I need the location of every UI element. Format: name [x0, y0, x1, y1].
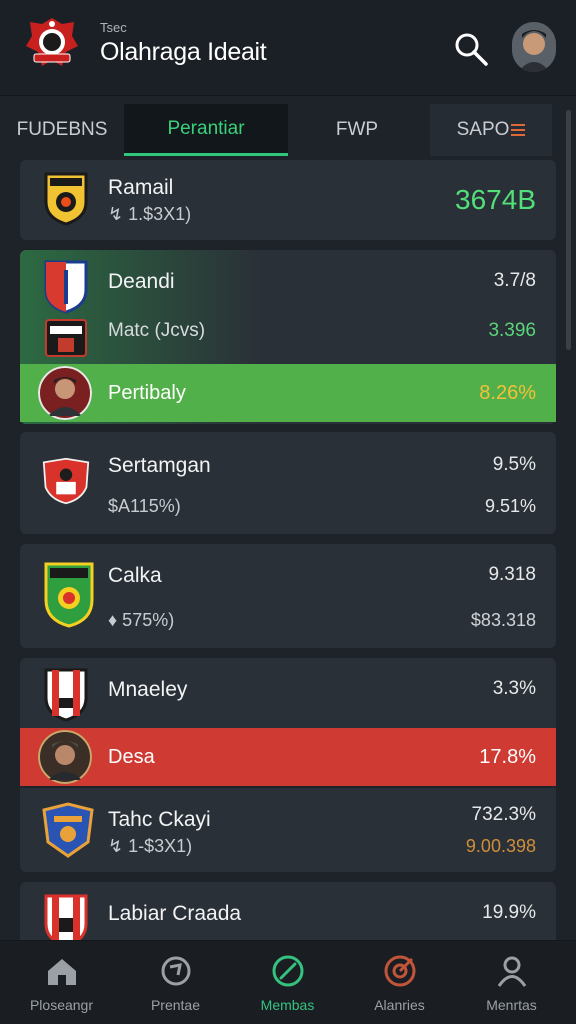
- team-sub: ↯ 1.$3X1): [108, 204, 192, 224]
- team-name: Desa: [108, 746, 155, 768]
- team-value: 732.3%: [471, 804, 536, 825]
- app-header: Tsec Olahraga Ideait: [0, 0, 576, 96]
- team-value: 8.26%: [479, 382, 536, 404]
- club-crest-icon: [42, 802, 94, 858]
- search-icon[interactable]: [452, 30, 490, 68]
- nav-label: Ploseangr: [29, 997, 94, 1013]
- scrollbar[interactable]: [566, 110, 571, 350]
- list-item[interactable]: Ramail ↯ 1.$3X1) 3674B: [20, 160, 556, 240]
- club-crest-icon: [44, 172, 88, 226]
- list-item[interactable]: Labiar Craada 19.9%: [20, 882, 556, 948]
- team-name: Sertamgan: [108, 454, 211, 477]
- highlighted-row[interactable]: Pertibaly 8.26%: [20, 364, 556, 422]
- team-value: 9.51%: [484, 496, 536, 516]
- team-value: 9.318: [488, 564, 536, 585]
- team-value: $83.318: [470, 610, 536, 630]
- team-value: 3.7/8: [493, 270, 536, 291]
- compass-icon: [272, 955, 304, 987]
- team-value: 3.3%: [492, 678, 536, 699]
- nav-label: Menrtas: [486, 997, 537, 1013]
- list-item[interactable]: Calka 9.318 ♦ 575%) $83.318: [20, 544, 556, 648]
- user-avatar[interactable]: [512, 22, 556, 72]
- team-sub: $A115%): [108, 496, 181, 516]
- list-item[interactable]: Mnaeley 3.3%: [20, 658, 556, 728]
- nav-item-refresh[interactable]: Prentae: [118, 941, 233, 1024]
- refresh-icon: [161, 956, 191, 986]
- team-sub: ↯ 1-$3X1): [108, 836, 193, 856]
- player-avatar: [38, 366, 92, 420]
- nav-item-home[interactable]: Ploseangr: [4, 941, 119, 1024]
- tab-sapo[interactable]: SAPO: [430, 104, 552, 156]
- club-crest-icon: [45, 319, 87, 357]
- tab-label: FWP: [335, 119, 379, 140]
- team-value: 9.00.398: [465, 836, 536, 856]
- category-tabs: FUDEBNS Perantiar FWP SAPO: [0, 104, 576, 158]
- nav-label: Alanries: [374, 997, 425, 1013]
- person-icon: [497, 956, 527, 987]
- tab-label: Perantiar: [167, 117, 245, 139]
- team-value: 17.8%: [479, 746, 536, 768]
- team-name: Calka: [108, 564, 162, 587]
- nav-item-menrtas[interactable]: Menrtas: [454, 941, 569, 1024]
- list-item[interactable]: Tahc Ckayi 732.3% ↯ 1-$3X1) 9.00.398: [20, 788, 556, 872]
- nav-label: Prentae: [150, 997, 201, 1013]
- app-title: Olahraga Ideait: [100, 38, 267, 66]
- team-value: 19.9%: [482, 902, 536, 923]
- club-crest-icon: [42, 457, 90, 505]
- nav-item-membas[interactable]: Membas: [230, 941, 345, 1024]
- app-overline: Tsec: [100, 20, 127, 35]
- tab-perantiar[interactable]: Perantiar: [124, 104, 288, 156]
- tab-label: FUDEBNS: [16, 119, 108, 140]
- target-icon: [384, 955, 416, 987]
- club-crest-logo: [26, 18, 78, 66]
- team-name: Pertibaly: [108, 382, 186, 404]
- team-value: 9.5%: [492, 454, 536, 475]
- nav-item-alanries[interactable]: Alanries: [342, 941, 457, 1024]
- menu-icon: [511, 124, 526, 136]
- team-name: Ramail: [108, 176, 174, 199]
- list-item[interactable]: Sertamgan 9.5% $A115%) 9.51%: [20, 432, 556, 534]
- team-value: 3.396: [488, 320, 536, 341]
- team-sub: ♦ 575%): [108, 610, 175, 630]
- team-name: Labiar Craada: [108, 902, 242, 925]
- team-name: Tahc Ckayi: [108, 808, 211, 831]
- tab-fudebns[interactable]: FUDEBNS: [10, 104, 114, 156]
- player-avatar: [38, 730, 92, 784]
- team-name: Mnaeley: [108, 678, 188, 701]
- nav-label: Membas: [260, 997, 315, 1013]
- club-crest-icon: [44, 260, 88, 314]
- club-crest-icon: [44, 668, 88, 722]
- team-name: Deandi: [108, 270, 175, 293]
- club-crest-icon: [44, 562, 94, 628]
- highlighted-row[interactable]: Desa 17.8%: [20, 728, 556, 786]
- tab-label: SAPO: [456, 119, 510, 140]
- team-name: Matc (Jcvs): [108, 320, 206, 341]
- home-icon: [48, 959, 76, 985]
- bottom-navigation: Ploseangr Prentae Membas Alanries Menrta…: [0, 940, 576, 1024]
- team-value: 3674B: [455, 184, 536, 215]
- tab-fwp[interactable]: FWP: [298, 104, 416, 156]
